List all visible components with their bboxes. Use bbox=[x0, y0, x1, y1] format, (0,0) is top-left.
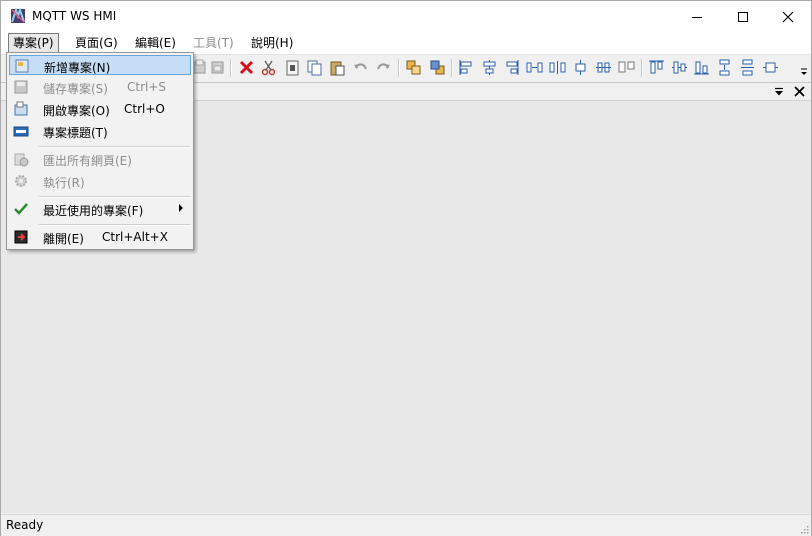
menu-project[interactable]: 專案(P) bbox=[8, 33, 59, 53]
minimize-button[interactable] bbox=[674, 1, 720, 32]
menu-item-save-project[interactable]: 儲存專案(S) Ctrl+S bbox=[9, 77, 191, 97]
paste-icon[interactable] bbox=[329, 59, 346, 76]
menu-tools-label: 工具(T) bbox=[193, 36, 234, 50]
space-between-icon[interactable] bbox=[595, 59, 612, 76]
menu-tools[interactable]: 工具(T) bbox=[189, 34, 238, 52]
align-center-icon[interactable] bbox=[481, 59, 498, 76]
app-icon bbox=[11, 8, 25, 23]
close-window-button[interactable] bbox=[765, 1, 811, 32]
menu-item-run[interactable]: 執行(R) bbox=[9, 171, 191, 191]
maximize-icon bbox=[738, 11, 748, 22]
window-title: MQTT WS HMI bbox=[32, 9, 117, 23]
same-width-icon[interactable] bbox=[618, 59, 635, 76]
toolbar-separator bbox=[641, 59, 643, 77]
menu-help[interactable]: 說明(H) bbox=[247, 34, 297, 52]
menu-page-label: 頁面(G) bbox=[75, 36, 118, 50]
menu-separator bbox=[39, 146, 191, 148]
align-bottom-icon[interactable] bbox=[693, 59, 710, 76]
menu-item-project-title[interactable]: 專案標題(T) bbox=[9, 121, 191, 141]
center-vertical-icon[interactable] bbox=[762, 59, 779, 76]
align-top-icon[interactable] bbox=[648, 59, 665, 76]
menu-item-label: 匯出所有網頁(E) bbox=[43, 154, 132, 168]
menu-project-label: 專案(P) bbox=[13, 36, 54, 50]
space-horizontal-icon[interactable] bbox=[526, 59, 543, 76]
title-bar: MQTT WS HMI bbox=[1, 1, 811, 32]
toolbar-overflow-icon[interactable] bbox=[800, 67, 808, 77]
maximize-button[interactable] bbox=[720, 1, 766, 32]
submenu-arrow-icon bbox=[179, 204, 183, 212]
title-icon bbox=[13, 126, 29, 137]
undo-icon[interactable] bbox=[352, 59, 369, 76]
menu-separator bbox=[39, 196, 191, 198]
menu-item-label: 離開(E) bbox=[43, 232, 84, 246]
cut-icon[interactable] bbox=[260, 59, 277, 76]
project-menu-dropdown: 新增專案(N) 儲存專案(S) Ctrl+S 開啟專案(O) Ctrl+O 專案… bbox=[6, 52, 194, 250]
resize-grip-icon[interactable] bbox=[799, 524, 809, 534]
menu-item-label: 儲存專案(S) bbox=[43, 82, 108, 96]
redo-icon[interactable] bbox=[375, 59, 392, 76]
new-project-icon bbox=[15, 59, 29, 73]
menu-item-label: 開啟專案(O) bbox=[43, 104, 110, 118]
align-middle-icon[interactable] bbox=[671, 59, 688, 76]
menu-item-exit[interactable]: 離開(E) Ctrl+Alt+X bbox=[9, 227, 191, 247]
space-vertical-icon[interactable] bbox=[716, 59, 733, 76]
open-project-icon bbox=[14, 101, 28, 116]
exit-icon bbox=[14, 230, 28, 244]
toolbar-separator bbox=[230, 59, 232, 77]
menu-separator bbox=[39, 224, 191, 226]
panel-close-icon[interactable] bbox=[794, 86, 805, 97]
align-right-icon[interactable] bbox=[503, 59, 520, 76]
checkmark-icon bbox=[14, 203, 28, 215]
menu-item-shortcut: Ctrl+O bbox=[124, 102, 165, 116]
distribute-vertical-icon[interactable] bbox=[739, 59, 756, 76]
save-icon bbox=[14, 80, 28, 94]
menu-item-open-project[interactable]: 開啟專案(O) Ctrl+O bbox=[9, 99, 191, 119]
export-icon bbox=[14, 153, 29, 167]
menu-edit-label: 編輯(E) bbox=[135, 36, 176, 50]
menu-item-shortcut: Ctrl+Alt+X bbox=[102, 230, 168, 244]
menu-item-recent-projects[interactable]: 最近使用的專案(F) bbox=[9, 199, 191, 219]
menu-item-label: 新增專案(N) bbox=[44, 61, 111, 75]
toolbar-separator bbox=[398, 59, 400, 77]
menu-item-label: 執行(R) bbox=[43, 176, 85, 190]
minimize-icon bbox=[692, 16, 702, 18]
center-horizontal-icon[interactable] bbox=[572, 59, 589, 76]
copy-icon[interactable] bbox=[306, 59, 323, 76]
panel-dropdown-icon[interactable] bbox=[774, 87, 784, 97]
paste-special-icon[interactable] bbox=[284, 59, 301, 76]
menu-page[interactable]: 頁面(G) bbox=[71, 34, 122, 52]
status-text: Ready bbox=[6, 518, 44, 532]
bring-front-icon[interactable] bbox=[405, 59, 422, 76]
menu-item-new-project[interactable]: 新增專案(N) bbox=[9, 55, 191, 75]
menu-item-export-pages[interactable]: 匯出所有網頁(E) bbox=[9, 149, 191, 169]
menu-help-label: 說明(H) bbox=[251, 36, 294, 50]
toolbar-separator bbox=[451, 59, 453, 77]
status-bar: Ready bbox=[1, 514, 811, 536]
menu-item-shortcut: Ctrl+S bbox=[127, 80, 167, 94]
delete-icon[interactable] bbox=[238, 59, 255, 76]
menu-item-label: 專案標題(T) bbox=[43, 126, 108, 140]
gear-icon bbox=[15, 175, 27, 187]
distribute-horizontal-icon[interactable] bbox=[549, 59, 566, 76]
send-back-icon[interactable] bbox=[429, 59, 446, 76]
align-left-icon[interactable] bbox=[458, 59, 475, 76]
print-preview-icon[interactable] bbox=[209, 59, 226, 76]
menu-item-label: 最近使用的專案(F) bbox=[43, 204, 144, 218]
menu-edit[interactable]: 編輯(E) bbox=[131, 34, 180, 52]
close-icon bbox=[782, 11, 794, 22]
